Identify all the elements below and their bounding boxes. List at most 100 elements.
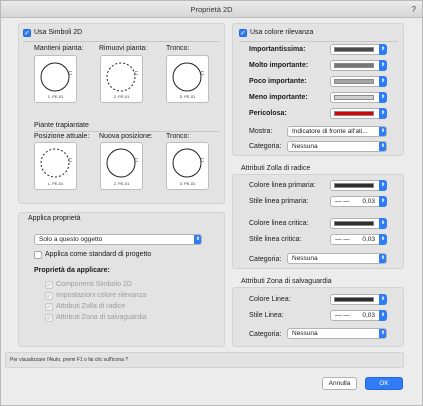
- dim-mark: C: [200, 158, 204, 164]
- symbol-label: 2. PE-01: [113, 94, 130, 99]
- prop-label-zolla: Attributi Zolla di radice: [56, 303, 126, 310]
- symbol-tronco-bottom[interactable]: C 3. PE-01: [166, 142, 209, 190]
- symbol-label: 1. PE-01: [47, 94, 64, 99]
- trapiantate-title: Piante trapiantate: [34, 122, 89, 129]
- popup-arrows-icon: ⬍: [379, 44, 387, 55]
- symbol-label: 3. PE-01: [179, 94, 196, 99]
- prop-label-componenti: Componenti Simbolo 2D: [56, 281, 132, 288]
- dim-mark: C: [134, 71, 138, 77]
- rel-color-1[interactable]: ⬍: [330, 60, 387, 71]
- zolla-colore-critica-label: Colore linea critica:: [249, 220, 309, 227]
- help-mark-icon[interactable]: ?: [412, 1, 416, 18]
- prop-checkbox-colore: ✓: [45, 292, 53, 300]
- popup-arrows-icon: ⬍: [379, 142, 386, 151]
- header-nuova: Nuova posizione:: [99, 133, 153, 140]
- popup-arrows-icon: ⬍: [379, 310, 387, 321]
- symbol-label: 3. PE-01: [179, 181, 196, 186]
- mostra-select[interactable]: Indicatore di fronte all'ati... ⬍: [287, 126, 387, 137]
- popup-arrows-icon: ⬍: [379, 196, 387, 207]
- apply-target-select[interactable]: Solo a questo oggetto ⬍: [34, 234, 202, 245]
- popup-arrows-icon: ⬍: [379, 76, 387, 87]
- zolla-colore-critica[interactable]: ⬍: [330, 218, 387, 229]
- color-swatch: [334, 297, 374, 302]
- popup-arrows-icon: ⬍: [379, 127, 386, 136]
- color-swatch: [334, 47, 374, 52]
- popup-arrows-icon: ⬍: [379, 294, 387, 305]
- salva-categoria-select[interactable]: Nessuna ⬍: [287, 328, 387, 339]
- title-bar: Proprietà 2D ?: [1, 1, 422, 18]
- rel-label-0: Importantissima:: [249, 46, 306, 53]
- header-attuale: Posizione attuale:: [34, 133, 90, 140]
- salva-colore[interactable]: ⬍: [330, 294, 387, 305]
- popup-arrows-icon: ⬍: [379, 60, 387, 71]
- rel-color-2[interactable]: ⬍: [330, 76, 387, 87]
- prop-checkbox-componenti: ✓: [45, 281, 53, 289]
- popup-arrows-icon: ⬍: [379, 254, 386, 263]
- rel-color-3[interactable]: ⬍: [330, 92, 387, 103]
- properties-dialog: Proprietà 2D ? ✓ Usa Simboli 2D Mantieni…: [0, 0, 423, 406]
- popup-arrows-icon: ⬍: [194, 235, 201, 244]
- prop-label-salvaguardia: Attributi Zona di salvaguardia: [56, 314, 147, 321]
- prop-label-colore: Impostazioni colore rilevanza: [56, 292, 147, 299]
- salva-stile-label: Stile Linea:: [249, 312, 284, 319]
- color-swatch: [334, 79, 374, 84]
- rel-label-1: Molto importante:: [249, 62, 309, 69]
- dim-mark: C: [68, 158, 72, 164]
- zolla-title: Attributi Zolla di radice: [241, 165, 311, 172]
- rel-label-4: Pericolosa:: [249, 110, 287, 117]
- popup-arrows-icon: ⬍: [379, 92, 387, 103]
- color-swatch: [334, 111, 374, 116]
- rel-color-4[interactable]: ⬍: [330, 108, 387, 119]
- zolla-categoria-label: Categoria:: [249, 256, 282, 263]
- symbol-nuova[interactable]: C 2. PE-01: [100, 142, 143, 190]
- header-rimuovi: Rimuovi pianta:: [99, 45, 148, 52]
- zolla-stile-primaria[interactable]: — — 0,03 ⬍: [330, 196, 387, 207]
- zolla-categoria-select[interactable]: Nessuna ⬍: [287, 253, 387, 264]
- use-2d-symbols-checkbox[interactable]: ✓: [23, 29, 31, 37]
- color-swatch: [334, 221, 374, 226]
- use-relevance-color-checkbox[interactable]: ✓: [239, 29, 247, 37]
- popup-arrows-icon: ⬍: [379, 218, 387, 229]
- rel-categoria-select[interactable]: Nessuna ⬍: [287, 141, 387, 152]
- mostra-label: Mostra:: [249, 128, 273, 135]
- header-tronco-top: Tronco:: [166, 45, 190, 52]
- salva-colore-label: Colore Linea:: [249, 296, 291, 303]
- color-swatch: [334, 63, 374, 68]
- project-standard-label: Applica come standard di progetto: [45, 251, 152, 258]
- popup-arrows-icon: ⬍: [379, 108, 387, 119]
- zolla-stile-critica-label: Stile linea critica:: [249, 236, 302, 243]
- popup-arrows-icon: ⬍: [379, 180, 387, 191]
- window-title: Proprietà 2D: [190, 5, 233, 14]
- ok-button[interactable]: OK: [365, 377, 403, 390]
- prop-checkbox-zolla: ✓: [45, 303, 53, 311]
- divider: [23, 41, 219, 42]
- zolla-stile-primaria-label: Stile linea primaria:: [249, 198, 309, 205]
- prop-checkbox-salvaguardia: ✓: [45, 314, 53, 322]
- symbol-rimuovi[interactable]: C 2. PE-01: [100, 55, 143, 103]
- symbol-label: 2. PE-01: [113, 181, 130, 186]
- salvaguardia-title: Attributi Zona di salvaguardia: [241, 278, 332, 285]
- help-hint-bar: Per visualizzare l'Aiuto, premi F1 o fai…: [5, 352, 404, 368]
- rel-categoria-label: Categoria:: [249, 143, 282, 150]
- use-2d-symbols-label: Usa Simboli 2D: [34, 29, 83, 36]
- salva-categoria-label: Categoria:: [249, 331, 282, 338]
- color-swatch: [334, 95, 374, 100]
- header-tronco-bottom: Tronco:: [166, 133, 190, 140]
- dim-mark: C: [68, 71, 72, 77]
- zolla-colore-primaria[interactable]: ⬍: [330, 180, 387, 191]
- salva-stile[interactable]: — — 0,03 ⬍: [330, 310, 387, 321]
- dim-mark: C: [134, 158, 138, 164]
- symbol-attuale[interactable]: C 1. PE-01: [34, 142, 77, 190]
- divider: [34, 131, 219, 132]
- popup-arrows-icon: ⬍: [379, 234, 387, 245]
- cancel-button[interactable]: Annulla: [322, 377, 357, 390]
- use-relevance-color-label: Usa colore rilevanza: [250, 29, 314, 36]
- help-hint-text: Per visualizzare l'Aiuto, premi F1 o fai…: [10, 357, 129, 363]
- zolla-stile-critica[interactable]: — — 0,03 ⬍: [330, 234, 387, 245]
- symbol-mantieni[interactable]: C 1. PE-01: [34, 55, 77, 103]
- props-title: Proprietà da applicare:: [34, 267, 110, 274]
- popup-arrows-icon: ⬍: [379, 329, 386, 338]
- project-standard-checkbox[interactable]: [34, 251, 42, 259]
- symbol-tronco-top[interactable]: C 3. PE-01: [166, 55, 209, 103]
- rel-color-0[interactable]: ⬍: [330, 44, 387, 55]
